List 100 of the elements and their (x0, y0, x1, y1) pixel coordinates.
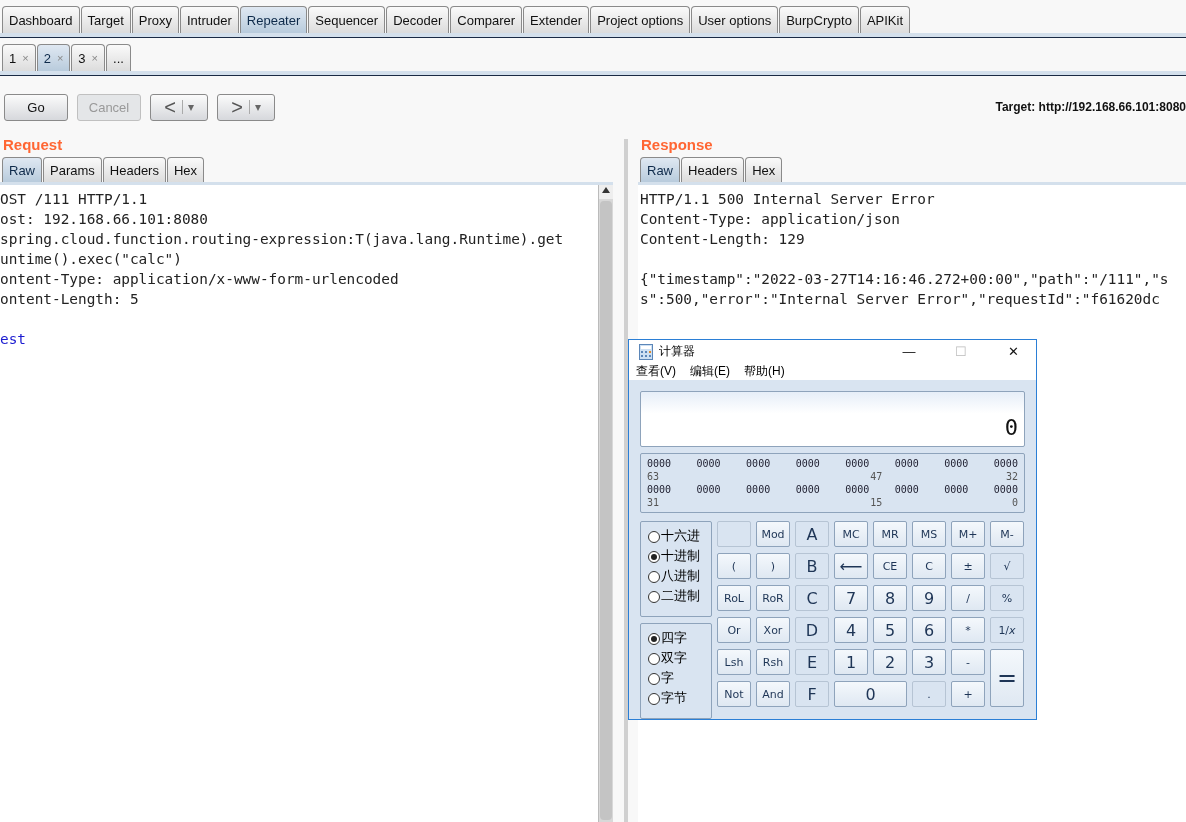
calculator-key[interactable]: 5 (873, 617, 907, 643)
main-tab[interactable]: Extender (523, 6, 590, 33)
bit-group: 0000 (746, 457, 771, 470)
calculator-key[interactable]: Xor (756, 617, 790, 643)
calculator-key[interactable]: Lsh (717, 649, 751, 675)
calculator-key[interactable]: = (990, 649, 1024, 707)
main-tab[interactable]: Repeater (239, 6, 308, 33)
bit-index: 47 (870, 470, 883, 483)
target-label: Target: http://192.168.66.101:8080 (995, 100, 1186, 114)
editor-tab[interactable]: Hex (166, 157, 205, 182)
calculator-key[interactable]: 0 (834, 681, 907, 707)
bit-group: 0000 (894, 457, 919, 470)
bit-index: 63 (647, 470, 660, 483)
main-tab[interactable]: Target (80, 6, 131, 33)
main-tab[interactable]: Proxy (131, 6, 179, 33)
radio-option[interactable]: 字 (648, 670, 711, 687)
request-tab[interactable]: 1 × (2, 44, 36, 71)
calculator-key[interactable]: Rsh (756, 649, 790, 675)
calculator-key[interactable]: M+ (951, 521, 985, 547)
request-line: ost: 192.168.66.101:8080 (0, 211, 208, 227)
request-line: ontent-Type: application/x-www-form-urlencoded (0, 271, 399, 287)
bit-index: 15 (870, 496, 883, 509)
editor-tab[interactable]: Params (43, 157, 102, 182)
response-heading: Response (640, 135, 714, 155)
calculator-key[interactable]: And (756, 681, 790, 707)
radio-option[interactable]: 双字 (648, 650, 711, 667)
main-tab[interactable]: Sequencer (308, 6, 386, 33)
calculator-key[interactable]: 1 (834, 649, 868, 675)
response-line: Content-Length: 129 (640, 231, 805, 247)
calculator-key[interactable]: + (951, 681, 985, 707)
bit-group: 0000 (647, 483, 672, 496)
calculator-key[interactable]: ⟵ (834, 553, 868, 579)
editor-tab[interactable]: Raw (2, 157, 42, 182)
menu-item[interactable]: 编辑(E) (690, 363, 730, 380)
forward-button[interactable]: > ▾ (217, 93, 275, 121)
request-tab[interactable]: ... (106, 44, 131, 71)
calculator-key[interactable]: 8 (873, 585, 907, 611)
calculator-key[interactable]: M- (990, 521, 1024, 547)
radio-option[interactable]: 四字 (648, 630, 711, 647)
calculator-key[interactable]: CE (873, 553, 907, 579)
calculator-key[interactable]: C (912, 553, 946, 579)
main-tab[interactable]: Intruder (180, 6, 239, 33)
calculator-key[interactable]: ± (951, 553, 985, 579)
minimize-button[interactable]: — (886, 344, 932, 359)
request-line: est (0, 331, 26, 347)
back-button[interactable]: < ▾ (150, 93, 208, 121)
calculator-key[interactable]: 4 (834, 617, 868, 643)
request-tab[interactable]: 3 × (71, 44, 105, 71)
response-line: s":500,"error":"Internal Server Error","requestId":"f61620dc (640, 291, 1160, 307)
main-tab[interactable]: BurpCrypto (779, 6, 859, 33)
request-tab[interactable]: 2 × (36, 44, 71, 71)
editor-tab[interactable]: Headers (102, 157, 166, 182)
calculator-key[interactable]: 2 (873, 649, 907, 675)
menu-item[interactable]: 帮助(H) (744, 363, 785, 380)
radio-option[interactable]: 十六进 (648, 528, 711, 545)
calculator-key[interactable]: * (951, 617, 985, 643)
editor-tab[interactable]: Hex (745, 157, 783, 182)
bit-group: 0000 (894, 483, 919, 496)
calculator-key[interactable]: ( (717, 553, 751, 579)
calculator-key[interactable]: RoL (717, 585, 751, 611)
close-button[interactable]: ✕ (990, 344, 1036, 359)
calculator-key[interactable]: Mod (756, 521, 790, 547)
request-line: OST /111 HTTP/1.1 (0, 191, 148, 207)
calculator-key[interactable]: Or (717, 617, 751, 643)
request-line: spring.cloud.function.routing-expression:T(java.lang.Runtime).get (0, 231, 564, 247)
main-tab[interactable]: Dashboard (2, 6, 80, 33)
bit-group: 0000 (944, 483, 969, 496)
calculator-key[interactable]: 6 (912, 617, 946, 643)
calculator-key[interactable]: - (951, 649, 985, 675)
bit-group: 0000 (993, 457, 1018, 470)
main-tab[interactable]: APIKit (859, 6, 910, 33)
calculator-key[interactable]: Not (717, 681, 751, 707)
main-tab[interactable]: Project options (590, 6, 691, 33)
main-tab[interactable]: User options (691, 6, 779, 33)
editor-tab[interactable]: Headers (681, 157, 745, 182)
bit-group: 0000 (944, 457, 969, 470)
editor-tab[interactable]: Raw (640, 157, 680, 182)
radio-option[interactable]: 十进制 (648, 548, 711, 565)
calculator-key[interactable]: 3 (912, 649, 946, 675)
radio-option[interactable]: 字节 (648, 690, 711, 707)
bit-group: 0000 (647, 457, 672, 470)
calculator-key[interactable]: / (951, 585, 985, 611)
radio-option[interactable]: 八进制 (648, 568, 711, 585)
calculator-key[interactable]: ) (756, 553, 790, 579)
calculator-key[interactable]: MR (873, 521, 907, 547)
calculator-key[interactable]: RoR (756, 585, 790, 611)
request-line: untime().exec("calc") (0, 251, 182, 267)
calculator-key[interactable]: 7 (834, 585, 868, 611)
up-arrow-icon[interactable] (602, 187, 610, 193)
calculator-key[interactable]: MC (834, 521, 868, 547)
response-line: Content-Type: application/json (640, 211, 900, 227)
go-button[interactable]: Go (4, 93, 68, 121)
main-tab[interactable]: Decoder (386, 6, 450, 33)
calculator-key[interactable]: MS (912, 521, 946, 547)
bit-group: 0000 (795, 457, 820, 470)
main-tab[interactable]: Comparer (450, 6, 523, 33)
menu-item[interactable]: 查看(V) (636, 363, 676, 380)
radio-option[interactable]: 二进制 (648, 588, 711, 605)
scrollbar[interactable] (598, 185, 613, 822)
calculator-key[interactable]: 9 (912, 585, 946, 611)
